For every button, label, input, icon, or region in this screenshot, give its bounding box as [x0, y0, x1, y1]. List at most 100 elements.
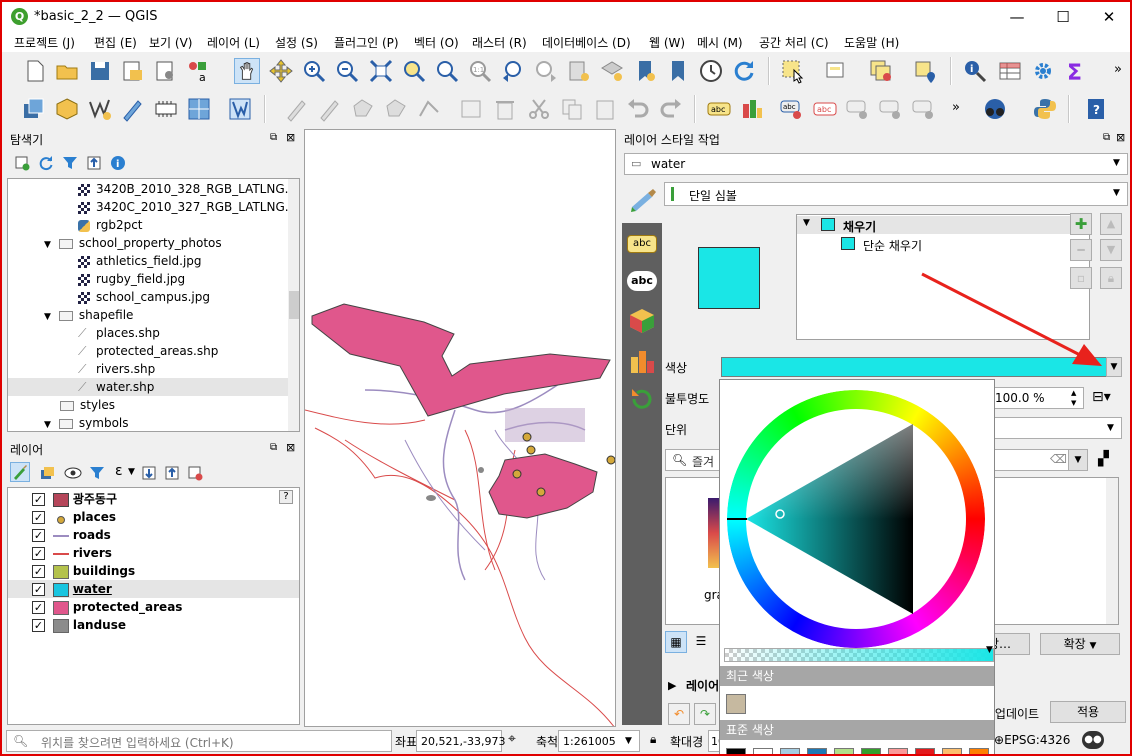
open-project-icon[interactable] [54, 58, 80, 84]
eye-icon[interactable] [64, 465, 82, 481]
browser-refresh-icon[interactable] [38, 155, 54, 171]
toolbar-overflow-icon[interactable]: » [1114, 62, 1122, 77]
layer-visibility-checkbox[interactable]: ✓ [32, 547, 45, 560]
browser-item-rugby[interactable]: rugby_field.jpg [78, 270, 185, 288]
zoom-last-icon[interactable] [500, 58, 526, 84]
layer-visibility-checkbox[interactable]: ✓ [32, 493, 45, 506]
apply-button[interactable]: 적용 [1050, 701, 1126, 723]
layer-row-roads[interactable]: ✓ roads [32, 526, 111, 544]
style-close-icon[interactable]: ⊠ [1116, 131, 1125, 144]
clear-search-icon[interactable]: ⌫ [1050, 452, 1067, 466]
library-scrollbar[interactable] [1106, 478, 1118, 624]
layers-close-icon[interactable]: ⊠ [286, 441, 295, 454]
highlight-labels-icon[interactable]: abc [812, 96, 838, 122]
lock-scale-icon[interactable]: 🔒︎ [650, 732, 656, 747]
undo-style-button[interactable]: ↶ [668, 703, 690, 725]
vertex-tool-icon[interactable] [416, 96, 442, 122]
undo-icon[interactable] [625, 96, 651, 122]
browser-undock-icon[interactable]: ⧉ [270, 132, 277, 143]
layer-select-combo[interactable]: ▭ water ▼ [624, 153, 1128, 175]
diagrams-tab-icon[interactable] [628, 347, 656, 375]
layer-row-buildings[interactable]: ✓ buildings [32, 562, 135, 580]
remove-symbol-layer-button[interactable]: ━ [1070, 239, 1092, 261]
show-spatial-bookmarks-icon[interactable] [632, 58, 658, 84]
select-features-icon[interactable] [780, 58, 806, 84]
cut-features-icon[interactable] [526, 96, 552, 122]
layer-row-rivers[interactable]: ✓ rivers [32, 544, 112, 562]
spin-arrows-icon[interactable]: ▲ ▼ [1071, 388, 1076, 408]
messages-icon[interactable]: ●● [1082, 731, 1104, 749]
digitize-pen-icon[interactable] [120, 96, 146, 122]
standard-swatch[interactable] [807, 748, 827, 754]
toggle-editing-icon[interactable] [284, 96, 310, 122]
new-bookmark-icon[interactable] [566, 58, 592, 84]
standard-swatch[interactable] [969, 748, 989, 754]
zoom-in-icon[interactable] [301, 58, 327, 84]
menu-web[interactable]: 웹 (W) [649, 34, 685, 51]
coordinate-field[interactable]: 20,521,-33,973 [416, 730, 505, 752]
browser-item-symbols[interactable]: ▼ symbols [44, 414, 129, 431]
python-console-icon[interactable] [1032, 96, 1058, 122]
data-defined-override-icon[interactable]: ⊟▾ [1092, 389, 1111, 405]
menu-raster[interactable]: 래스터 (R) [472, 34, 527, 51]
history-tab-icon[interactable] [630, 387, 654, 411]
crs-label[interactable]: ⊕EPSG:4326 [994, 733, 1070, 747]
map-tips-icon[interactable] [665, 58, 691, 84]
pan-map-icon[interactable] [234, 58, 260, 84]
layer-row-protected[interactable]: ✓ protected_areas [32, 598, 182, 616]
add-symbol-layer-button[interactable]: ✚ [1070, 213, 1092, 235]
expression-filter-icon[interactable]: ε [115, 463, 123, 479]
browser-item-raster-1[interactable]: 3420B_2010_328_RGB_LATLNG.tif [78, 180, 299, 198]
browser-item-athletics[interactable]: athletics_field.jpg [78, 252, 202, 270]
select-by-value-icon[interactable] [824, 58, 850, 84]
refresh-icon[interactable] [731, 58, 757, 84]
collapse-layers-icon[interactable] [164, 465, 180, 481]
standard-swatch[interactable] [753, 748, 773, 754]
map-canvas[interactable] [304, 129, 616, 727]
new-shapefile-icon[interactable] [87, 96, 113, 122]
info-icon[interactable]: i [110, 155, 126, 171]
save-edits-icon[interactable] [317, 96, 343, 122]
menu-settings[interactable]: 설정 (S) [275, 34, 318, 51]
copy-features-icon[interactable] [559, 96, 585, 122]
temporal-controller-icon[interactable] [698, 58, 724, 84]
layer-visibility-checkbox[interactable]: ✓ [32, 619, 45, 632]
menu-processing[interactable]: 공간 처리 (C) [759, 34, 829, 51]
opacity-spinbox[interactable]: 100.0 % ▲ ▼ [992, 387, 1084, 409]
toolbar2-overflow-icon[interactable]: » [952, 100, 960, 115]
style-manager-small-icon[interactable]: ▞ [1098, 451, 1109, 467]
identify-features-icon[interactable]: i [962, 58, 988, 84]
recent-color-swatch[interactable] [726, 694, 746, 714]
save-project-icon[interactable] [87, 58, 113, 84]
diagram-tool-icon[interactable] [739, 96, 765, 122]
maximize-button[interactable]: ☐ [1040, 2, 1086, 32]
data-source-manager-icon[interactable] [21, 96, 47, 122]
add-ring-icon[interactable] [383, 96, 409, 122]
add-group-icon[interactable] [39, 465, 55, 481]
zoom-to-layer-icon[interactable] [434, 58, 460, 84]
menu-project[interactable]: 프로젝트 (J) [14, 34, 75, 51]
menu-plugins[interactable]: 플러그인 (P) [334, 34, 399, 51]
layer-visibility-checkbox[interactable]: ✓ [32, 511, 45, 524]
3d-view-tab-icon[interactable] [628, 307, 656, 335]
rotate-label-icon[interactable] [878, 96, 904, 122]
paste-features-icon[interactable] [592, 96, 618, 122]
minimize-button[interactable]: — [994, 2, 1040, 32]
style-manager-icon[interactable]: a [185, 58, 211, 84]
list-view-button[interactable]: ☰ [690, 631, 712, 653]
filter-legend-icon[interactable] [89, 465, 105, 481]
style-dock-toggle[interactable] [10, 462, 30, 482]
browser-item-campus[interactable]: school_campus.jpg [78, 288, 210, 306]
pan-to-selection-icon[interactable] [268, 58, 294, 84]
filter-icon[interactable] [62, 155, 78, 171]
show-bookmarks-icon[interactable] [599, 58, 625, 84]
menu-help[interactable]: 도움말 (H) [844, 34, 899, 51]
browser-item-rivers[interactable]: ⟋ rivers.shp [78, 360, 155, 378]
add-feature-icon[interactable] [350, 96, 376, 122]
standard-swatch[interactable] [861, 748, 881, 754]
vector-edit-icon[interactable] [227, 96, 253, 122]
statistics-sigma-icon[interactable]: Σ [1063, 58, 1089, 84]
style-undock-icon[interactable]: ⧉ [1103, 132, 1110, 143]
standard-swatch[interactable] [942, 748, 962, 754]
layer-row-water[interactable]: ✓ water [8, 580, 299, 598]
